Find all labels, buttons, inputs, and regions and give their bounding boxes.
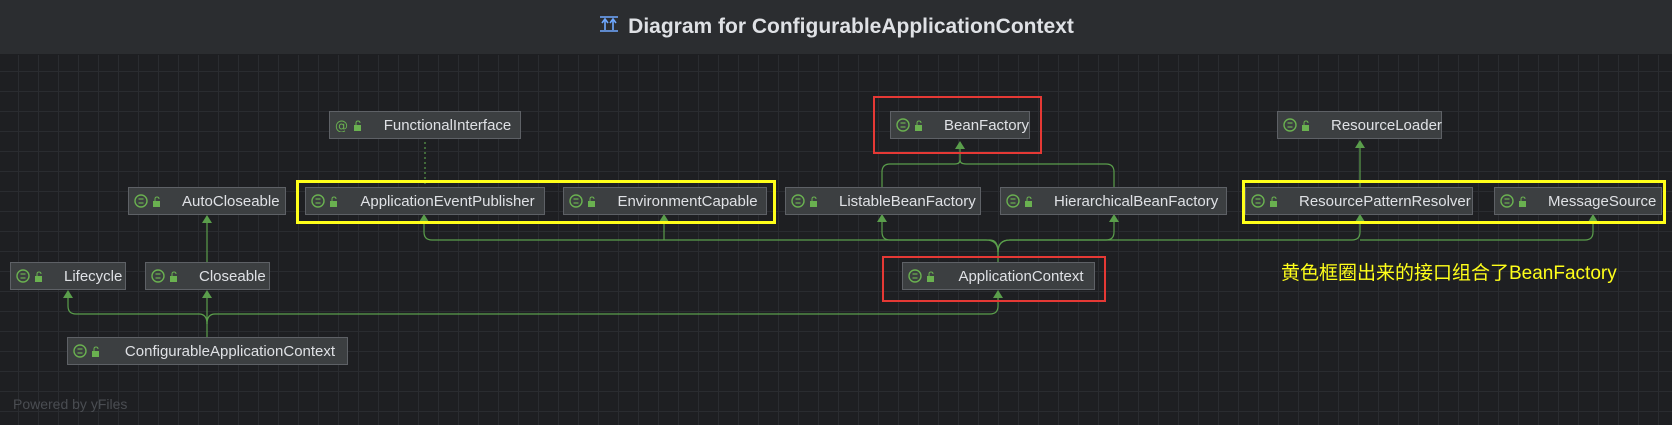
node-label: ApplicationContext (958, 267, 1084, 285)
node-label: AutoCloseable (182, 192, 280, 210)
node-listable-bean-factory[interactable]: ListableBeanFactory (785, 187, 981, 215)
edge-to-resource-pattern-resolver (997, 222, 1361, 253)
public-access-icon (1301, 119, 1313, 131)
node-functional-interface[interactable]: @ FunctionalInterface (329, 111, 521, 139)
edge-configurable-bus (67, 298, 208, 337)
node-auto-closeable[interactable]: AutoCloseable (128, 187, 286, 215)
arrow-auto-closeable (202, 215, 212, 223)
node-configurable-application-context[interactable]: ConfigurableApplicationContext (67, 337, 348, 365)
annotation-text: 黄色框圈出来的接口组合了BeanFactory (1281, 263, 1617, 284)
node-hierarchical-bean-factory[interactable]: HierarchicalBeanFactory (1000, 187, 1227, 215)
node-label: Closeable (199, 267, 266, 285)
public-access-icon (329, 195, 341, 207)
node-application-context[interactable]: ApplicationContext (902, 262, 1095, 290)
node-message-source[interactable]: MessageSource (1494, 187, 1662, 215)
node-label: ApplicationEventPublisher (360, 192, 535, 210)
node-label: ResourcePatternResolver (1299, 192, 1471, 210)
interface-icon (791, 194, 805, 208)
node-environment-capable[interactable]: EnvironmentCapable (563, 187, 767, 215)
interface-icon (311, 194, 325, 208)
interface-icon (896, 118, 910, 132)
public-access-icon (1269, 195, 1281, 207)
node-resource-loader[interactable]: ResourceLoader (1277, 111, 1442, 139)
arrow-hierarchical-bean-factory (1109, 214, 1119, 222)
node-label: Lifecycle (64, 267, 123, 285)
public-access-icon (926, 270, 938, 282)
watermark: Powered by yFiles (13, 396, 128, 412)
node-label: ConfigurableApplicationContext (124, 342, 336, 360)
node-closeable[interactable]: Closeable (145, 262, 270, 290)
node-resource-pattern-resolver[interactable]: ResourcePatternResolver (1245, 187, 1473, 215)
node-lifecycle[interactable]: Lifecycle (10, 262, 126, 290)
interface-icon (1006, 194, 1020, 208)
node-label: ListableBeanFactory (839, 192, 976, 210)
public-access-icon (353, 119, 365, 131)
node-bean-factory[interactable]: BeanFactory (890, 111, 1030, 139)
edge-to-message-source (1360, 222, 1594, 241)
annotation-type-icon: @ (335, 118, 349, 132)
edge-hierarchical-to-bean-factory (959, 159, 1115, 187)
interface-icon (16, 269, 30, 283)
public-access-icon (809, 195, 821, 207)
public-access-icon (91, 345, 103, 357)
public-access-icon (34, 270, 46, 282)
arrow-closeable (202, 290, 212, 298)
public-access-icon (914, 119, 926, 131)
public-access-icon (152, 195, 164, 207)
edge-listable-to-bean-factory (881, 149, 961, 187)
node-label: FunctionalInterface (383, 116, 512, 134)
interface-icon (1500, 194, 1514, 208)
node-label: EnvironmentCapable (617, 192, 758, 210)
public-access-icon (1024, 195, 1036, 207)
interface-icon (908, 269, 922, 283)
interface-icon (151, 269, 165, 283)
interface-icon (569, 194, 583, 208)
interface-icon (134, 194, 148, 208)
interface-icon (1251, 194, 1265, 208)
edge-to-listable-bean-factory (881, 222, 999, 253)
arrow-lifecycle (63, 290, 73, 298)
node-label: ResourceLoader (1331, 116, 1442, 134)
diagram-window: Diagram for ConfigurableApplicationConte… (0, 0, 1672, 425)
node-label: MessageSource (1548, 192, 1657, 210)
edge-to-hierarchical-bean-factory (997, 222, 1115, 253)
public-access-icon (1518, 195, 1530, 207)
public-access-icon (169, 270, 181, 282)
edge-to-application-context (206, 298, 999, 325)
interface-icon (1283, 118, 1297, 132)
arrow-resource-loader (1355, 140, 1365, 148)
svg-text:@: @ (335, 119, 348, 132)
public-access-icon (587, 195, 599, 207)
node-label: BeanFactory (944, 116, 1030, 134)
node-application-event-publisher[interactable]: ApplicationEventPublisher (305, 187, 545, 215)
arrow-listable-bean-factory (877, 214, 887, 222)
node-label: HierarchicalBeanFactory (1054, 192, 1219, 210)
interface-icon (73, 344, 87, 358)
